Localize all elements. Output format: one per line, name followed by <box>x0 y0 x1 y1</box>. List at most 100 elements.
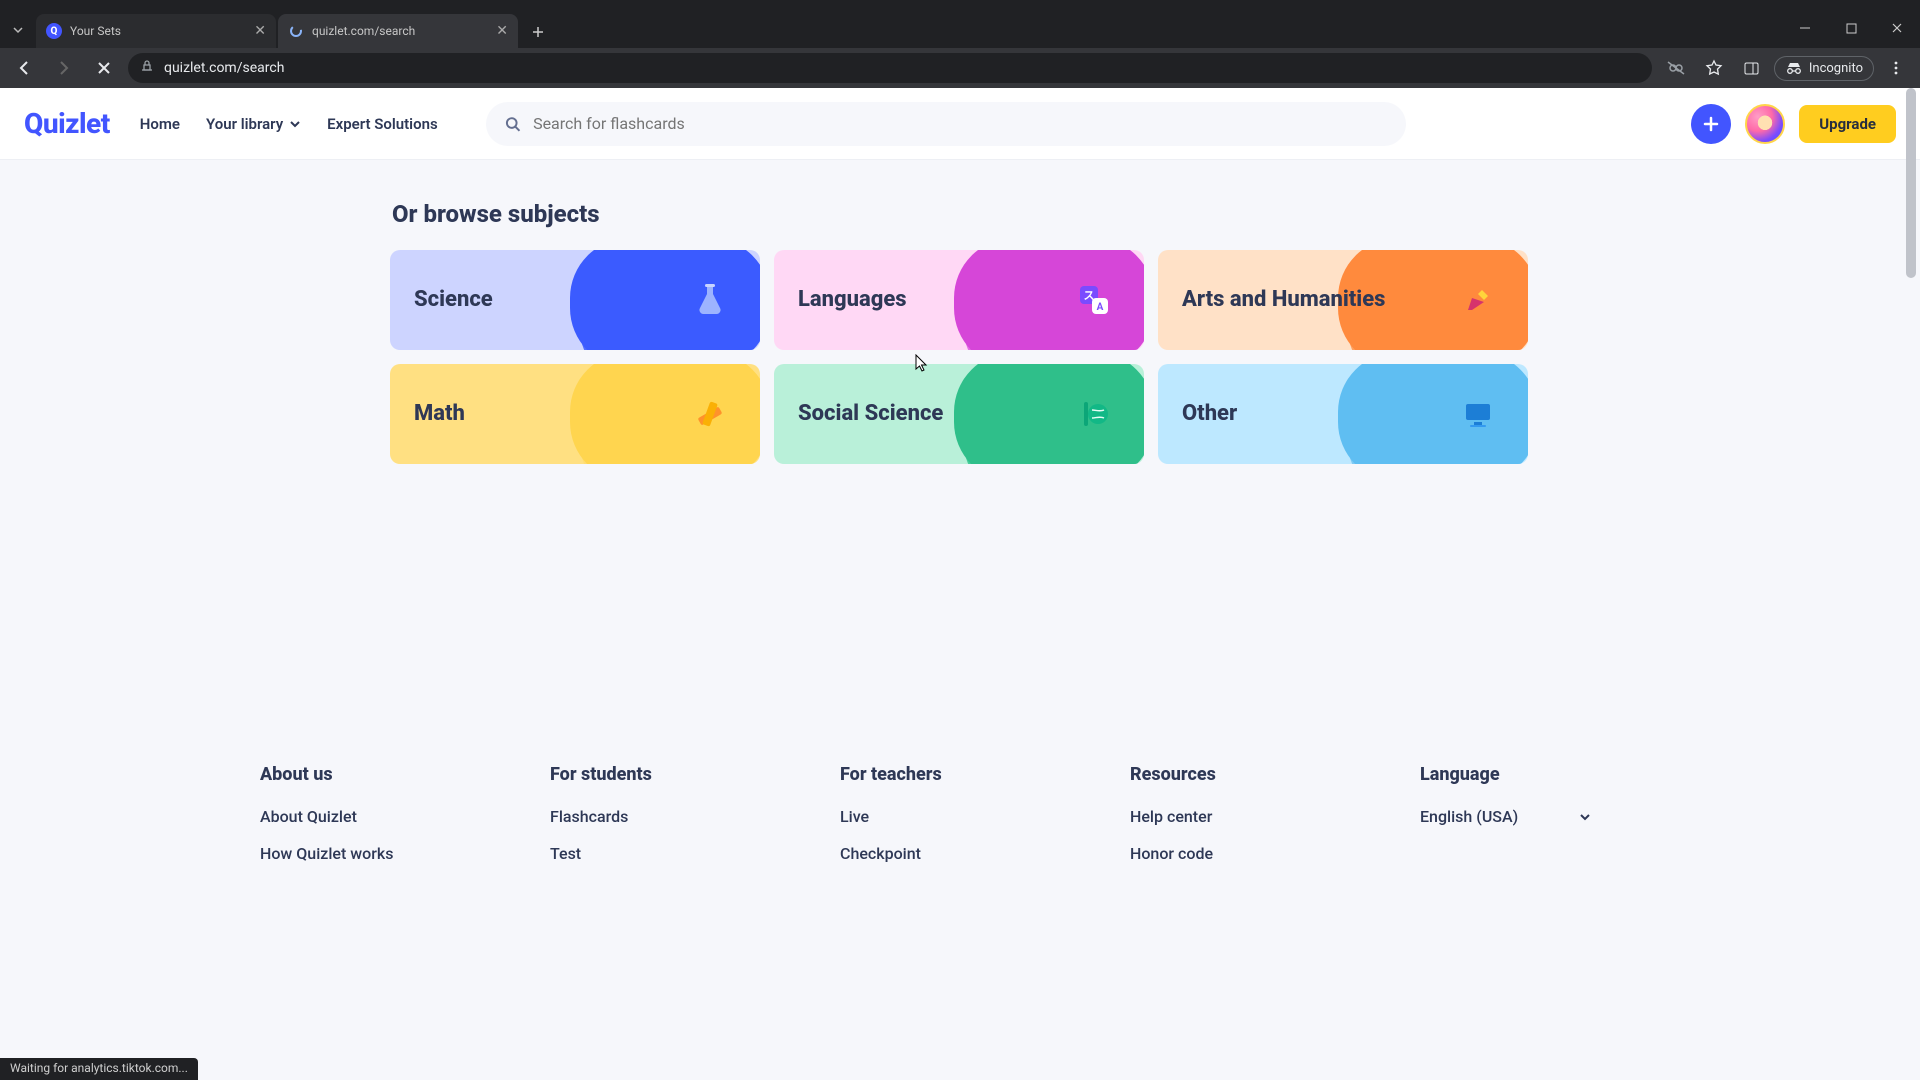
chevron-down-icon <box>1578 810 1592 824</box>
incognito-label: Incognito <box>1809 61 1863 76</box>
page-viewport: Quizlet Home Your library Expert Solutio… <box>0 88 1920 1080</box>
tracking-blocked-icon[interactable] <box>1660 52 1692 84</box>
tab-title: Your Sets <box>70 24 121 38</box>
footer-heading: For students <box>550 764 820 785</box>
footer-link[interactable]: Checkpoint <box>840 844 1110 863</box>
language-value: English (USA) <box>1420 807 1518 826</box>
plus-icon <box>1702 115 1720 133</box>
subject-card-science[interactable]: Science <box>390 250 760 350</box>
footer-link[interactable]: Test <box>550 844 820 863</box>
window-minimize-button[interactable] <box>1782 8 1828 48</box>
status-text: Waiting for analytics.tiktok.com... <box>10 1061 188 1075</box>
footer-link[interactable]: How Quizlet works <box>260 844 530 863</box>
loading-spinner-icon <box>288 23 304 39</box>
footer-heading: Resources <box>1130 764 1400 785</box>
footer-link[interactable]: Flashcards <box>550 807 820 826</box>
star-icon <box>1705 59 1723 77</box>
nav-home[interactable]: Home <box>140 115 180 133</box>
subject-card-math[interactable]: Math <box>390 364 760 464</box>
arrow-left-icon <box>15 59 33 77</box>
nav-your-library[interactable]: Your library <box>206 115 301 133</box>
footer-col-resources: Resources Help center Honor code <box>1130 764 1400 881</box>
footer-link[interactable]: Honor code <box>1130 844 1400 863</box>
footer-heading: About us <box>260 764 530 785</box>
footer-link[interactable]: Live <box>840 807 1110 826</box>
tab-search-button[interactable] <box>0 12 36 48</box>
nav-label: Expert Solutions <box>327 115 438 133</box>
footer-link[interactable]: Help center <box>1130 807 1400 826</box>
footer-col-students: For students Flashcards Test <box>550 764 820 881</box>
subject-label: Arts and Humanities <box>1182 286 1385 314</box>
close-icon <box>96 60 112 76</box>
kebab-icon <box>1888 60 1904 76</box>
browser-tabstrip: Q Your Sets ✕ quizlet.com/search ✕ <box>0 8 1920 48</box>
browser-tab[interactable]: quizlet.com/search ✕ <box>278 14 518 48</box>
upgrade-button[interactable]: Upgrade <box>1799 105 1896 143</box>
plus-icon <box>531 25 545 39</box>
footer-col-about: About us About Quizlet How Quizlet works <box>260 764 530 881</box>
subject-label: Social Science <box>798 400 943 428</box>
footer-col-teachers: For teachers Live Checkpoint <box>840 764 1110 881</box>
section-title: Or browse subjects <box>392 200 1530 228</box>
create-button[interactable] <box>1691 104 1731 144</box>
footer-heading: Language <box>1420 764 1660 785</box>
subject-card-other[interactable]: Other <box>1158 364 1528 464</box>
nav-label: Home <box>140 115 180 133</box>
window-maximize-button[interactable] <box>1828 8 1874 48</box>
search-input[interactable] <box>533 114 1388 133</box>
quizlet-logo[interactable]: Quizlet <box>24 107 110 140</box>
nav-label: Your library <box>206 115 283 133</box>
pencil-icon <box>1460 282 1496 318</box>
forward-button[interactable] <box>48 52 80 84</box>
language-selector[interactable]: English (USA) <box>1420 807 1660 826</box>
side-panel-button[interactable] <box>1736 52 1768 84</box>
url-text: quizlet.com/search <box>164 60 284 76</box>
browser-status-bar: Waiting for analytics.tiktok.com... <box>0 1058 198 1080</box>
page-scrollbar[interactable] <box>1904 88 1918 1080</box>
address-bar[interactable]: quizlet.com/search <box>128 53 1652 83</box>
maximize-icon <box>1846 23 1857 34</box>
subject-label: Other <box>1182 400 1237 428</box>
subject-label: Languages <box>798 286 907 314</box>
upgrade-label: Upgrade <box>1819 115 1876 133</box>
subject-card-arts-humanities[interactable]: Arts and Humanities <box>1158 250 1528 350</box>
nav-expert-solutions[interactable]: Expert Solutions <box>327 115 438 133</box>
stop-reload-button[interactable] <box>88 52 120 84</box>
chevron-down-icon <box>12 24 24 36</box>
subject-card-social-science[interactable]: Social Science <box>774 364 1144 464</box>
footer-link[interactable]: About Quizlet <box>260 807 530 826</box>
subjects-grid: Science Languages スA Arts and Humanities… <box>390 250 1530 464</box>
footer-col-language: Language English (USA) <box>1420 764 1660 881</box>
monitor-icon <box>1460 396 1496 432</box>
subject-label: Math <box>414 400 465 428</box>
search-icon <box>504 115 521 133</box>
globe-icon <box>1076 396 1112 432</box>
chevron-down-icon <box>289 118 301 130</box>
quizlet-favicon-icon: Q <box>46 23 62 39</box>
search-bar[interactable] <box>486 102 1406 146</box>
browser-toolbar: quizlet.com/search Incognito <box>0 48 1920 88</box>
back-button[interactable] <box>8 52 40 84</box>
browser-menu-button[interactable] <box>1880 52 1912 84</box>
tab-close-button[interactable]: ✕ <box>254 23 266 39</box>
ruler-icon <box>692 396 728 432</box>
window-close-button[interactable] <box>1874 8 1920 48</box>
subject-label: Science <box>414 286 493 314</box>
user-avatar[interactable] <box>1745 104 1785 144</box>
panel-icon <box>1743 60 1760 77</box>
minimize-icon <box>1799 22 1811 34</box>
incognito-indicator[interactable]: Incognito <box>1774 56 1874 81</box>
tab-close-button[interactable]: ✕ <box>496 23 508 39</box>
site-info-icon[interactable] <box>140 59 154 77</box>
close-icon <box>1891 22 1903 34</box>
new-tab-button[interactable] <box>524 18 552 46</box>
flask-icon <box>692 282 728 318</box>
tab-title: quizlet.com/search <box>312 24 415 38</box>
site-header: Quizlet Home Your library Expert Solutio… <box>0 88 1920 160</box>
bookmark-button[interactable] <box>1698 52 1730 84</box>
subject-card-languages[interactable]: Languages スA <box>774 250 1144 350</box>
translate-icon: スA <box>1076 282 1112 318</box>
incognito-icon <box>1785 61 1803 75</box>
browser-tab[interactable]: Q Your Sets ✕ <box>36 14 276 48</box>
scrollbar-thumb[interactable] <box>1906 88 1916 278</box>
